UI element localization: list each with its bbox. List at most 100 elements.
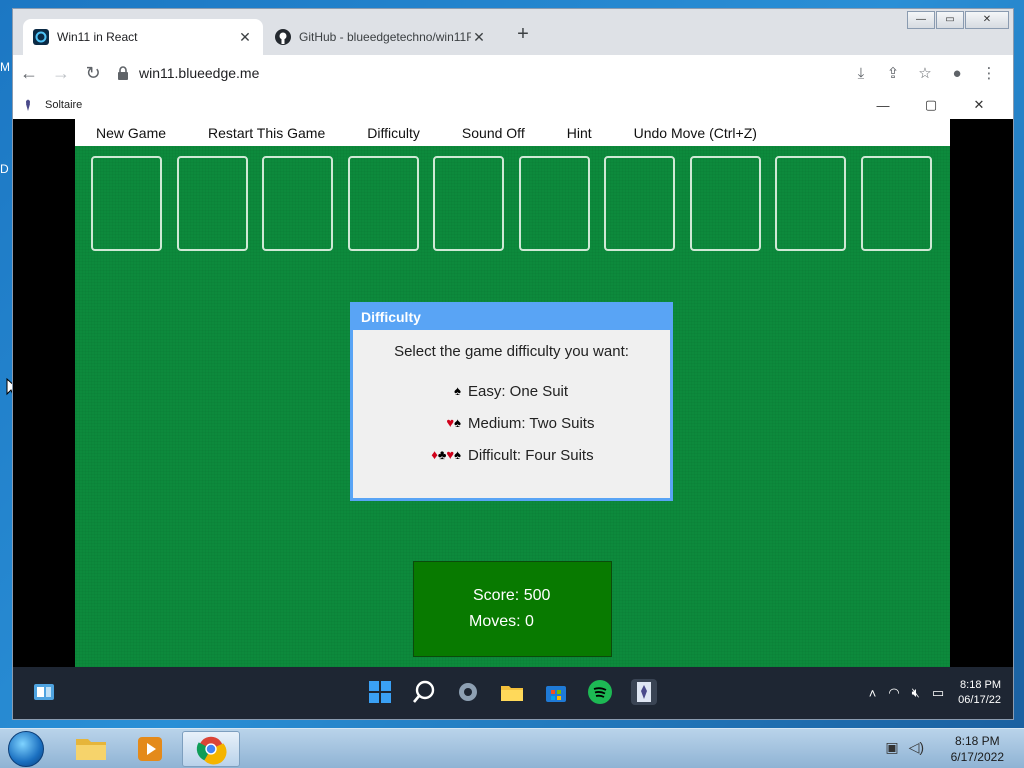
chrome-window-controls: — ▭ ✕ [906,11,1009,29]
win11-system-tray: ˄ ◠ 🔇︎ ▭ 8:18 PM 06/17/22 [857,667,1001,719]
app-minimize-button[interactable]: — [859,98,907,113]
menu-new-game[interactable]: New Game [75,125,187,141]
install-app-icon[interactable]: ⤓ [845,65,877,82]
moves-text: Moves: 0 [469,613,534,630]
card-slot[interactable] [91,156,162,251]
profile-avatar-icon[interactable]: ● [941,65,973,82]
card-slot[interactable] [775,156,846,251]
win7-time: 8:18 PM [954,734,1000,748]
settings-gear-icon[interactable] [455,679,481,705]
dialog-prompt: Select the game difficulty you want: [394,343,629,360]
reload-icon[interactable]: ↻ [77,63,109,84]
battery-icon[interactable]: ▭ [932,685,944,701]
difficulty-option-difficult[interactable]: ♦♣♥♠ Difficult: Four Suits [353,447,670,464]
media-player-taskbar-icon[interactable] [122,731,180,767]
toolbar-actions: ⤓ ⇪ ☆ ● ⋮ [845,55,1005,91]
app-title: Soltaire [45,99,83,111]
file-explorer-icon[interactable] [499,679,525,705]
tab-strip: Win11 in React ✕ GitHub - blueedgetechno… [13,9,1013,55]
volume-muted-icon[interactable]: 🔇︎ [912,685,920,701]
spotify-icon[interactable] [587,679,613,705]
solitaire-taskbar-icon[interactable] [631,679,657,705]
tab-close-icon[interactable]: ✕ [237,29,253,46]
win11-clock[interactable]: 8:18 PM 06/17/22 [958,678,1001,708]
tab-title: Win11 in React [57,30,138,44]
lock-icon [118,66,128,80]
minimize-button[interactable]: — [907,11,935,29]
card-slot[interactable] [176,156,248,251]
desktop-edge-label: D [0,162,9,176]
restore-button[interactable]: ▭ [936,11,964,29]
menu-sound[interactable]: Sound Off [441,125,546,141]
option-label: Difficult: Four Suits [468,447,594,464]
game-menubar: New Game Restart This Game Difficulty So… [75,119,950,146]
win7-date: 6/17/2022 [950,750,1004,764]
speaker-icon[interactable]: ◁) [909,739,924,756]
solitaire-titlebar: Soltaire — ▢ ✕ [13,91,1013,119]
menu-restart[interactable]: Restart This Game [187,125,346,141]
heart-spade-suits-icon: ♥♠ [446,415,461,430]
app-window-controls: — ▢ ✕ [859,91,1003,119]
card-slot[interactable] [604,156,675,251]
option-label: Easy: One Suit [468,383,569,400]
menu-difficulty[interactable]: Difficulty [346,125,441,141]
explorer-taskbar-icon[interactable] [62,731,120,767]
difficulty-option-medium[interactable]: ♥♠ Medium: Two Suits [353,415,670,432]
win11-date: 06/17/22 [958,694,1001,706]
network-icon[interactable]: ▣ [885,739,898,756]
wifi-icon[interactable]: ◠ [888,685,899,701]
score-text: Score: 500 [473,587,551,604]
store-icon[interactable] [543,679,569,705]
win11-time: 8:18 PM [960,679,1001,691]
bookmark-star-icon[interactable]: ☆ [909,64,941,82]
app-maximize-button[interactable]: ▢ [907,97,955,113]
forward-arrow-icon[interactable]: → [45,63,77,84]
solitaire-app-icon [26,99,30,111]
chrome-taskbar-icon[interactable] [182,731,240,767]
win11-screen: Soltaire — ▢ ✕ New Game Restart This Gam… [13,91,1013,719]
more-menu-icon[interactable]: ⋮ [973,64,1005,82]
card-slot[interactable] [860,156,932,251]
tab-title: GitHub - blueedgetechno/win11R [299,30,471,44]
github-favicon-icon [275,29,291,45]
tab-close-icon[interactable]: ✕ [471,29,487,46]
search-icon[interactable] [411,679,437,705]
win11-favicon-icon [33,29,49,45]
browser-toolbar: ← → ↻ win11.blueedge.me ⤓ ⇪ ☆ ● ⋮ [13,55,1013,91]
tableau-slots [91,156,946,251]
solitaire-game-board: New Game Restart This Game Difficulty So… [75,119,950,667]
score-panel: Score: 500 Moves: 0 [413,561,612,657]
card-slot[interactable] [347,156,419,251]
menu-hint[interactable]: Hint [546,125,613,141]
win7-system-tray: ▣ ◁) [875,739,924,756]
windows-start-icon[interactable] [367,679,393,705]
win7-taskbar: ▣ ◁) 8:18 PM 6/17/2022 [0,728,1024,768]
difficulty-option-easy[interactable]: ♠ Easy: One Suit [353,383,670,400]
win7-start-orb-icon[interactable] [8,731,44,767]
tab-github[interactable]: GitHub - blueedgetechno/win11R ✕ [265,19,497,55]
menu-undo[interactable]: Undo Move (Ctrl+Z) [613,125,778,141]
widgets-icon[interactable] [31,679,57,705]
url-text: win11.blueedge.me [139,65,260,81]
share-icon[interactable]: ⇪ [877,64,909,82]
desktop-edge-label: M [0,60,10,74]
back-arrow-icon[interactable]: ← [13,63,45,84]
difficulty-dialog: Difficulty Select the game difficulty yo… [350,302,673,501]
card-slot[interactable] [262,156,333,251]
address-bar[interactable]: win11.blueedge.me [117,59,817,87]
four-suits-icon: ♦♣♥♠ [431,447,461,462]
card-slot[interactable] [433,156,504,251]
card-slot[interactable] [689,156,761,251]
chevron-up-icon[interactable]: ˄ [869,686,877,701]
win7-clock[interactable]: 8:18 PM 6/17/2022 [951,733,1004,765]
option-label: Medium: Two Suits [468,415,595,432]
tab-win11-in-react[interactable]: Win11 in React ✕ [23,19,263,55]
new-tab-button[interactable]: + [511,23,535,46]
card-slot[interactable] [518,156,590,251]
app-close-button[interactable]: ✕ [955,97,1003,113]
dialog-title: Difficulty [353,305,670,330]
close-button[interactable]: ✕ [965,11,1009,29]
chrome-window: Win11 in React ✕ GitHub - blueedgetechno… [12,8,1014,720]
spade-suit-icon: ♠ [454,383,461,398]
win11-taskbar: ˄ ◠ 🔇︎ ▭ 8:18 PM 06/17/22 [13,667,1013,719]
